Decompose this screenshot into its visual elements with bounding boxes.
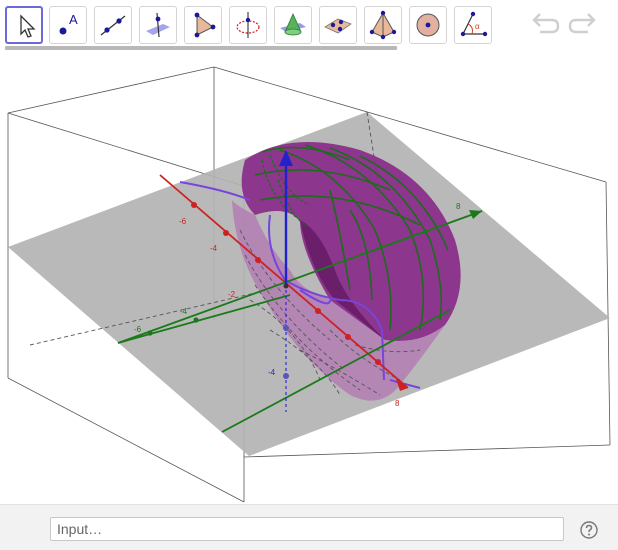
polygon-tool-button[interactable] <box>184 6 222 44</box>
help-button[interactable] <box>580 521 598 539</box>
intersect-surfaces-tool-button[interactable] <box>274 6 312 44</box>
pyramid-icon <box>369 10 397 40</box>
x-tick-label: -2 <box>228 290 236 299</box>
y-tick-label: 8 <box>456 202 461 211</box>
undo-button[interactable] <box>530 12 560 38</box>
undo-icon <box>532 13 560 34</box>
perpendicular-line-tool-button[interactable] <box>139 6 177 44</box>
circle-around-axis-icon <box>236 12 260 38</box>
plane-tool-button[interactable] <box>319 6 357 44</box>
redo-button[interactable] <box>568 12 598 38</box>
angle-label: α <box>475 22 480 31</box>
line-icon <box>100 15 126 36</box>
circle-axis-tool-button[interactable] <box>229 6 267 44</box>
angle-tool-button[interactable]: α <box>454 6 492 44</box>
x-tick-label: -6 <box>179 217 187 226</box>
y-tick-label: -6 <box>134 325 142 334</box>
input-bar-container <box>0 504 618 550</box>
toolbar: A α <box>0 0 618 50</box>
cone-plane-icon <box>280 13 306 36</box>
move-tool-button[interactable] <box>5 6 43 44</box>
line-tool-button[interactable] <box>94 6 132 44</box>
point-tool-button[interactable]: A <box>49 6 87 44</box>
point-label: A <box>69 12 78 27</box>
x-tick-label: -4 <box>210 244 218 253</box>
perpendicular-line-icon <box>146 12 170 38</box>
y-tick-label: -4 <box>180 307 188 316</box>
pyramid-tool-button[interactable] <box>364 6 402 44</box>
toolbar-scrollbar[interactable] <box>5 46 397 50</box>
help-icon <box>580 521 598 539</box>
arrow-cursor-icon <box>20 14 36 38</box>
algebra-input[interactable] <box>50 517 564 541</box>
sphere-icon <box>416 13 440 37</box>
graphics-3d-view[interactable]: -6 -4 -2 8 -6 -4 8 -4 <box>0 52 618 504</box>
plane-three-points-icon <box>324 18 352 34</box>
polygon-icon <box>194 12 216 38</box>
z-tick-label: -4 <box>268 368 276 377</box>
x-tick-label: 8 <box>395 399 400 408</box>
angle-icon: α <box>460 11 488 37</box>
origin-point[interactable] <box>283 283 289 289</box>
redo-icon <box>568 13 596 34</box>
point-icon: A <box>59 12 78 35</box>
sphere-tool-button[interactable] <box>409 6 447 44</box>
